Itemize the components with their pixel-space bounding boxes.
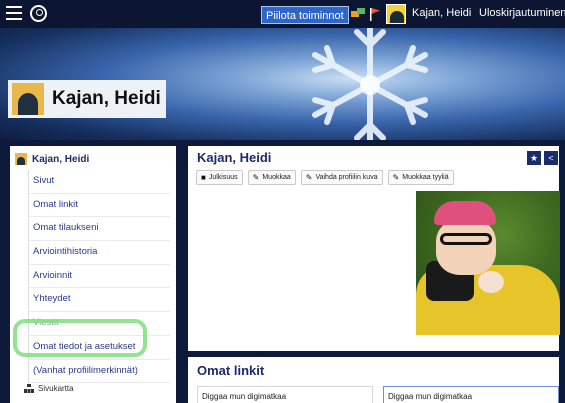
sidebar-item-contacts[interactable]: Yhteydet — [28, 288, 170, 313]
link-item[interactable]: Diggaa mun digimatkaa — [197, 386, 373, 403]
sidebar-profile-link[interactable]: Kajan, Heidi — [15, 153, 89, 165]
publicity-label: Julkisuus — [208, 174, 238, 181]
highlight-circle — [13, 319, 147, 357]
publicity-button[interactable]: ■ Julkisuus — [196, 170, 243, 185]
profile-card: Kajan, Heidi ★ < ■ Julkisuus ✎ Muokkaa ✎… — [188, 146, 560, 351]
sidebar-item-assessment-history[interactable]: Arviointihistoria — [28, 241, 170, 265]
sitemap-label: Sivukartta — [38, 384, 74, 393]
my-links-card: Omat linkit Diggaa mun digimatkaa Diggaa… — [188, 357, 559, 403]
hide-tools-button[interactable]: Piilota toiminnot — [261, 6, 349, 24]
link-item[interactable]: Diggaa mun digimatkaa — [383, 386, 559, 403]
edit-style-button[interactable]: ✎ Muokkaa tyyliä — [387, 170, 454, 185]
change-picture-label: Vaihda profiilin kuva — [315, 174, 378, 181]
logout-link[interactable]: Uloskirjautuminen — [479, 7, 565, 19]
pencil-icon: ✎ — [252, 173, 260, 182]
profile-actions: ■ Julkisuus ✎ Muokkaa ✎ Vaihda profiilin… — [196, 170, 454, 185]
profile-name-plate: Kajan, Heidi — [8, 80, 166, 118]
snowflake-image — [312, 28, 428, 140]
sitemap-link[interactable]: Sivukartta — [24, 384, 74, 393]
top-bar: Piilota toiminnot Kajan, Heidi Uloskirja… — [0, 0, 565, 28]
sidebar-item-assessments[interactable]: Arvioinnit — [28, 264, 170, 289]
sidebar-item-old-profile-entries[interactable]: (Vanhat profiilimerkinnät) — [28, 359, 170, 384]
profile-circle-icon[interactable] — [30, 5, 47, 22]
user-avatar[interactable] — [386, 4, 406, 24]
sidebar-profile-name: Kajan, Heidi — [32, 153, 90, 165]
sidebar-item-my-subscriptions[interactable]: Omat tilaukseni — [28, 217, 170, 242]
pencil-icon: ✎ — [392, 173, 400, 182]
sitemap-icon — [24, 384, 34, 393]
share-button[interactable]: < — [544, 151, 558, 165]
edit-button[interactable]: ✎ Muokkaa — [247, 170, 296, 185]
flag-icon[interactable] — [368, 7, 382, 21]
profile-title: Kajan, Heidi — [197, 150, 272, 165]
edit-style-label: Muokkaa tyyliä — [402, 174, 449, 181]
chat-bubbles-icon[interactable] — [351, 7, 365, 21]
profile-sidebar: Kajan, Heidi Sivut Omat linkit Omat tila… — [10, 146, 176, 403]
user-name-link[interactable]: Kajan, Heidi — [412, 7, 471, 19]
profile-name-heading: Kajan, Heidi — [52, 88, 161, 109]
change-picture-button[interactable]: ✎ Vaihda profiilin kuva — [300, 170, 383, 185]
sidebar-item-my-links[interactable]: Omat linkit — [28, 193, 170, 218]
hamburger-menu-icon[interactable] — [6, 6, 22, 20]
edit-label: Muokkaa — [262, 174, 291, 181]
profile-photo — [416, 191, 560, 335]
profile-avatar — [12, 83, 44, 115]
my-links-title: Omat linkit — [197, 363, 265, 378]
lock-icon: ■ — [201, 173, 206, 182]
pencil-icon: ✎ — [305, 173, 313, 182]
star-favorite-button[interactable]: ★ — [527, 151, 541, 165]
profile-banner: Kajan, Heidi — [0, 28, 565, 140]
sidebar-avatar — [15, 153, 27, 165]
sidebar-item-pages[interactable]: Sivut — [28, 170, 170, 194]
